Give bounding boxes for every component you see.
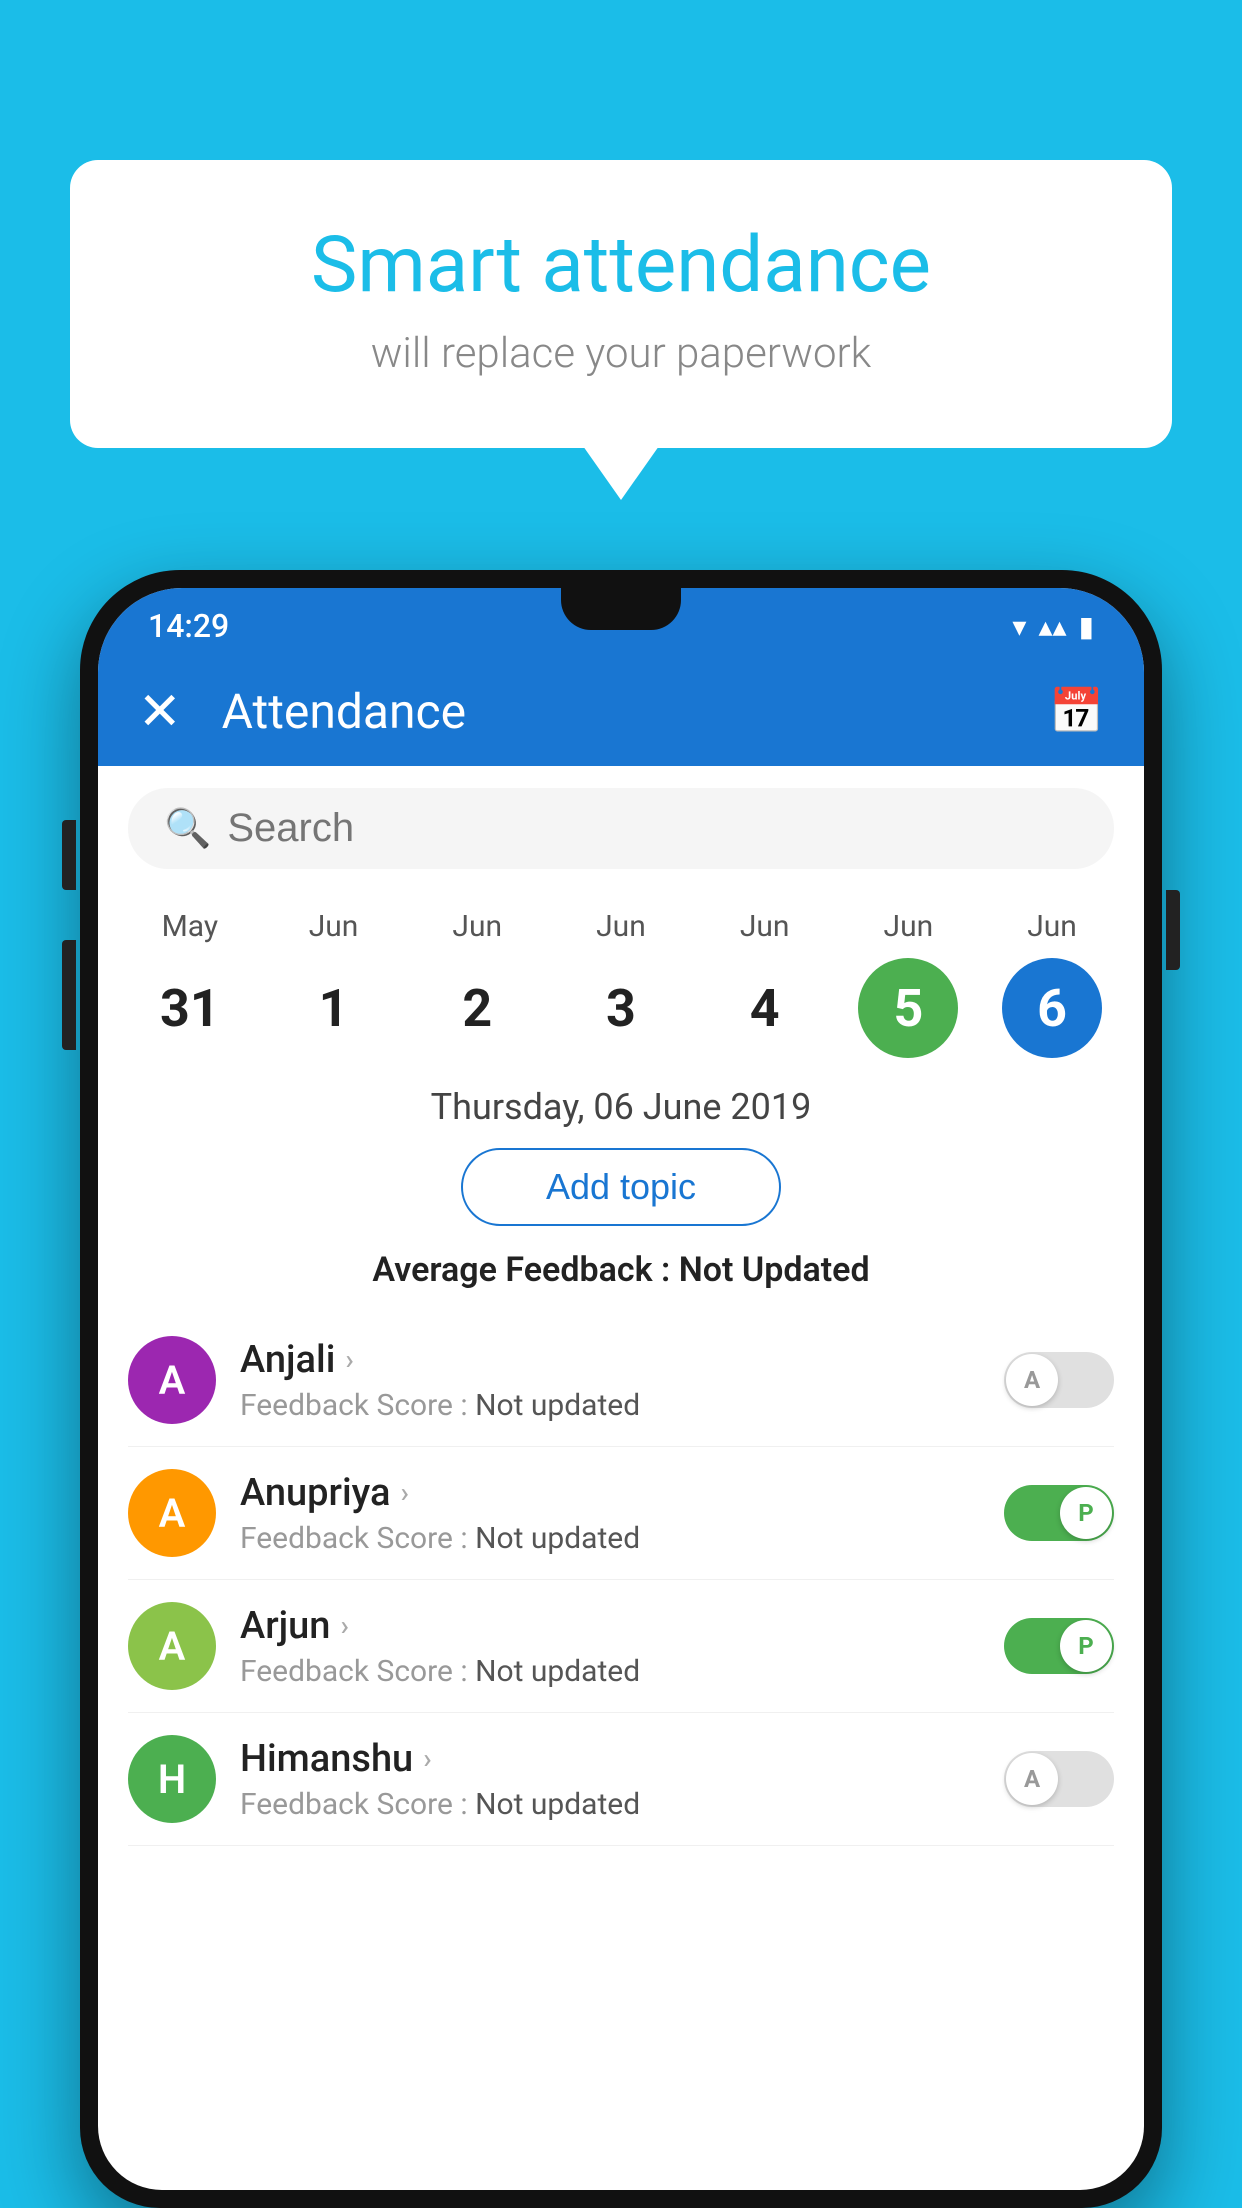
student-name-himanshu: Himanshu <box>240 1737 413 1781</box>
student-list: A Anjali › Feedback Score : Not updated … <box>98 1314 1144 1846</box>
chevron-icon: › <box>345 1343 353 1376</box>
toggle-anjali[interactable]: A <box>1004 1352 1114 1408</box>
app-title: Attendance <box>222 683 1010 740</box>
student-arjun[interactable]: A Arjun › Feedback Score : Not updated P <box>128 1580 1114 1713</box>
subheadline: will replace your paperwork <box>150 329 1092 378</box>
chevron-icon: › <box>340 1609 348 1642</box>
date-strip: May 31 Jun 1 Jun 2 Jun 3 Jun 4 Jun 5 <box>98 891 1144 1058</box>
student-name-anjali: Anjali <box>240 1338 335 1382</box>
power-button <box>1166 890 1180 970</box>
phone-frame: 14:29 ▾ ▴▴ ▮ ✕ Attendance 📅 🔍 May 31 <box>80 570 1162 2208</box>
wifi-icon: ▾ <box>1012 610 1026 643</box>
date-jun-2[interactable]: Jun 2 <box>412 909 542 1058</box>
student-name-arjun: Arjun <box>240 1604 330 1648</box>
toggle-knob-anupriya: P <box>1060 1487 1112 1539</box>
date-jun-1[interactable]: Jun 1 <box>269 909 399 1058</box>
avg-feedback: Average Feedback : Not Updated <box>98 1250 1144 1290</box>
app-bar: ✕ Attendance 📅 <box>98 656 1144 766</box>
toggle-himanshu[interactable]: A <box>1004 1751 1114 1807</box>
avatar-arjun: A <box>128 1602 216 1690</box>
volume-up-button <box>62 820 76 890</box>
date-jun-6[interactable]: Jun 6 <box>987 909 1117 1058</box>
avatar-anjali: A <box>128 1336 216 1424</box>
search-input[interactable] <box>227 806 1078 851</box>
avg-feedback-value: Not Updated <box>679 1250 870 1290</box>
date-jun-3[interactable]: Jun 3 <box>556 909 686 1058</box>
chevron-icon: › <box>423 1742 431 1775</box>
chevron-icon: › <box>400 1476 408 1509</box>
avatar-himanshu: H <box>128 1735 216 1823</box>
close-button[interactable]: ✕ <box>138 681 182 742</box>
toggle-anupriya[interactable]: P <box>1004 1485 1114 1541</box>
student-info-himanshu: Himanshu › Feedback Score : Not updated <box>240 1737 980 1822</box>
signal-icon: ▴▴ <box>1038 610 1066 643</box>
avg-feedback-label: Average Feedback : <box>372 1250 678 1290</box>
date-jun-5[interactable]: Jun 5 <box>843 909 973 1058</box>
student-info-arjun: Arjun › Feedback Score : Not updated <box>240 1604 980 1689</box>
volume-down-button <box>62 940 76 1050</box>
avatar-anupriya: A <box>128 1469 216 1557</box>
search-bar[interactable]: 🔍 <box>128 788 1114 869</box>
status-icons: ▾ ▴▴ ▮ <box>1012 610 1094 643</box>
student-name-anupriya: Anupriya <box>240 1471 390 1515</box>
speech-bubble: Smart attendance will replace your paper… <box>70 160 1172 448</box>
toggle-knob-anjali: A <box>1006 1354 1058 1406</box>
student-himanshu[interactable]: H Himanshu › Feedback Score : Not update… <box>128 1713 1114 1846</box>
notch <box>561 588 681 630</box>
toggle-knob-arjun: P <box>1060 1620 1112 1672</box>
status-time: 14:29 <box>148 607 229 645</box>
date-jun-4[interactable]: Jun 4 <box>700 909 830 1058</box>
search-icon: 🔍 <box>164 807 211 851</box>
add-topic-button[interactable]: Add topic <box>461 1148 781 1226</box>
student-anjali[interactable]: A Anjali › Feedback Score : Not updated … <box>128 1314 1114 1447</box>
selected-date-label: Thursday, 06 June 2019 <box>98 1086 1144 1128</box>
headline: Smart attendance <box>150 220 1092 311</box>
toggle-knob-himanshu: A <box>1006 1753 1058 1805</box>
toggle-arjun[interactable]: P <box>1004 1618 1114 1674</box>
student-info-anupriya: Anupriya › Feedback Score : Not updated <box>240 1471 980 1556</box>
date-may-31[interactable]: May 31 <box>125 909 255 1058</box>
calendar-icon[interactable]: 📅 <box>1049 685 1104 737</box>
phone-screen: 14:29 ▾ ▴▴ ▮ ✕ Attendance 📅 🔍 May 31 <box>98 588 1144 2190</box>
student-info-anjali: Anjali › Feedback Score : Not updated <box>240 1338 980 1423</box>
battery-icon: ▮ <box>1079 610 1094 643</box>
student-anupriya[interactable]: A Anupriya › Feedback Score : Not update… <box>128 1447 1114 1580</box>
